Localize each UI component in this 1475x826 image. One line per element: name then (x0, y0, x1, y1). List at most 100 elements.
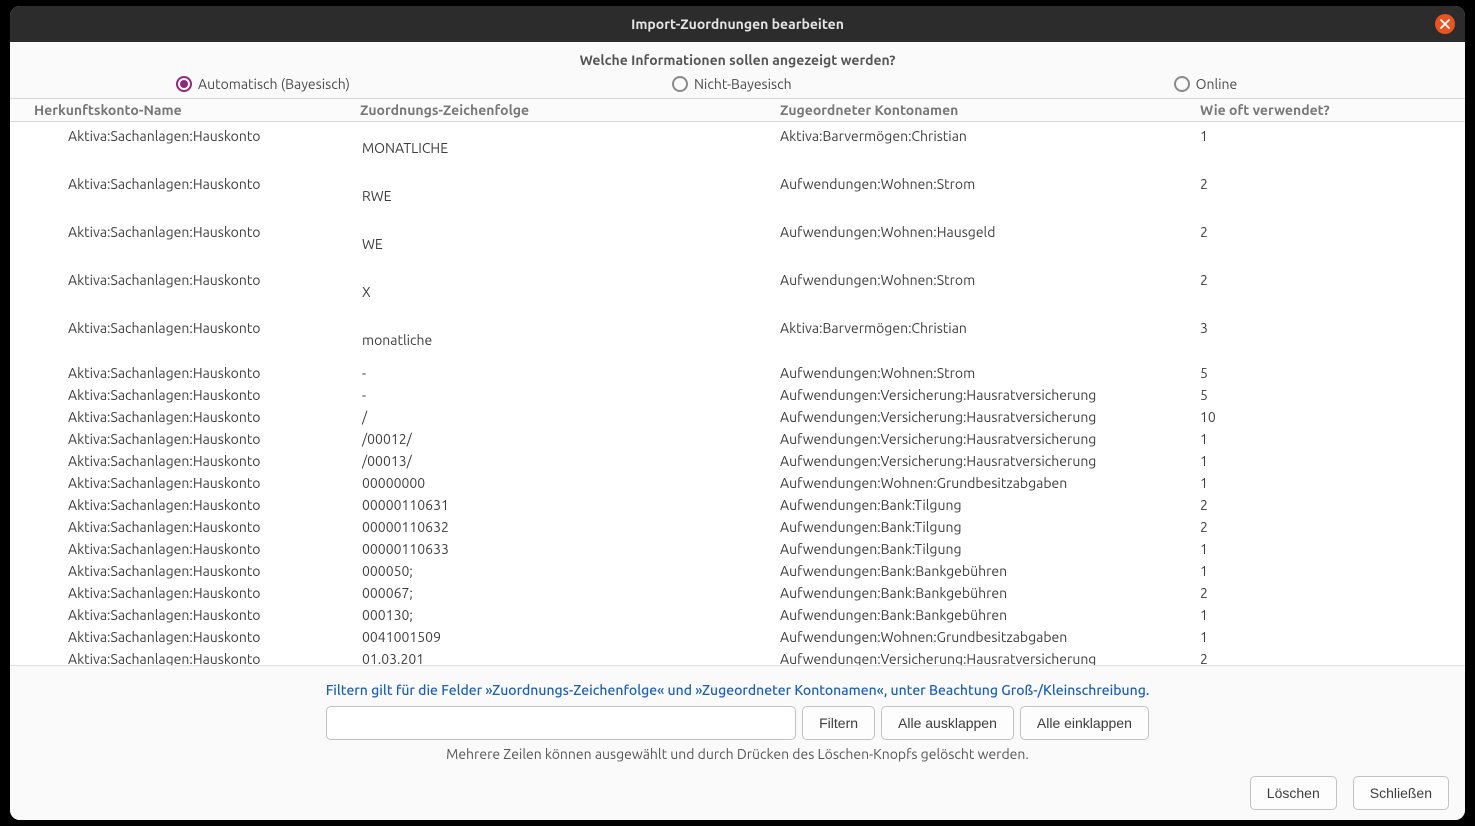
cell-c2: 00000000 (350, 475, 780, 491)
table-row[interactable]: Aktiva:Sachanlagen:Hauskonto000050;Aufwe… (10, 560, 1465, 582)
cell-c3: Aufwendungen:Bank:Tilgung (780, 497, 1200, 513)
radio-label: Online (1196, 76, 1238, 92)
cell-c4: 2 (1200, 519, 1450, 535)
collapse-all-button[interactable]: Alle einklappen (1020, 706, 1149, 740)
cell-c1: Aktiva:Sachanlagen:Hauskonto (10, 453, 350, 469)
table-row[interactable]: Aktiva:Sachanlagen:HauskontoWEAufwendung… (10, 218, 1465, 266)
close-icon (1440, 19, 1450, 29)
table-header: Herkunftskonto-Name Zuordnungs-Zeichenfo… (10, 98, 1465, 122)
radio-non-bayes[interactable]: Nicht-Bayesisch (672, 76, 792, 92)
table-row[interactable]: Aktiva:Sachanlagen:Hauskonto/00013/Aufwe… (10, 450, 1465, 472)
cell-c1: Aktiva:Sachanlagen:Hauskonto (10, 320, 350, 336)
close-button[interactable]: Schließen (1353, 776, 1449, 810)
cell-c1: Aktiva:Sachanlagen:Hauskonto (10, 409, 350, 425)
table-row[interactable]: Aktiva:Sachanlagen:HauskontoXAufwendunge… (10, 266, 1465, 314)
cell-c3: Aktiva:Barvermögen:Christian (780, 128, 1200, 144)
cell-c2: 000130; (350, 607, 780, 623)
cell-c1: Aktiva:Sachanlagen:Hauskonto (10, 475, 350, 491)
titlebar: Import-Zuordnungen bearbeiten (10, 6, 1465, 42)
cell-c1: Aktiva:Sachanlagen:Hauskonto (10, 651, 350, 665)
delete-button[interactable]: Löschen (1250, 776, 1337, 810)
cell-c2: /00013/ (350, 453, 780, 469)
cell-c1: Aktiva:Sachanlagen:Hauskonto (10, 365, 350, 381)
dialog-window: Import-Zuordnungen bearbeiten Welche Inf… (10, 6, 1465, 820)
table-row[interactable]: Aktiva:Sachanlagen:Hauskonto-Aufwendunge… (10, 384, 1465, 406)
column-header-match[interactable]: Zuordnungs-Zeichenfolge (350, 102, 780, 118)
cell-c3: Aufwendungen:Versicherung:Hausratversich… (780, 431, 1200, 447)
footer-buttons: Löschen Schließen (26, 776, 1449, 810)
expand-all-button[interactable]: Alle ausklappen (881, 706, 1014, 740)
cell-c2: 000050; (350, 563, 780, 579)
cell-c1: Aktiva:Sachanlagen:Hauskonto (10, 585, 350, 601)
cell-c3: Aufwendungen:Wohnen:Strom (780, 365, 1200, 381)
cell-c1: Aktiva:Sachanlagen:Hauskonto (10, 387, 350, 403)
radio-online[interactable]: Online (1174, 76, 1238, 92)
filter-input[interactable] (326, 706, 796, 740)
delete-hint: Mehrere Zeilen können ausgewählt und dur… (26, 746, 1449, 762)
window-close-button[interactable] (1435, 14, 1455, 34)
cell-c1: Aktiva:Sachanlagen:Hauskonto (10, 128, 350, 144)
cell-c3: Aufwendungen:Versicherung:Hausratversich… (780, 387, 1200, 403)
cell-c2: 00000110631 (350, 497, 780, 513)
table-row[interactable]: Aktiva:Sachanlagen:Hauskonto000130;Aufwe… (10, 604, 1465, 626)
cell-c2: monatliche (350, 320, 780, 348)
table-row[interactable]: Aktiva:Sachanlagen:Hauskonto00000000Aufw… (10, 472, 1465, 494)
cell-c3: Aufwendungen:Bank:Bankgebühren (780, 563, 1200, 579)
table-row[interactable]: Aktiva:Sachanlagen:HauskontomonatlicheAk… (10, 314, 1465, 362)
cell-c4: 2 (1200, 176, 1450, 192)
cell-c3: Aufwendungen:Wohnen:Hausgeld (780, 224, 1200, 240)
cell-c1: Aktiva:Sachanlagen:Hauskonto (10, 272, 350, 288)
filter-row: Filtern Alle ausklappen Alle einklappen (26, 706, 1449, 740)
table-row[interactable]: Aktiva:Sachanlagen:Hauskonto-Aufwendunge… (10, 362, 1465, 384)
cell-c2: WE (350, 224, 780, 252)
cell-c2: 000067; (350, 585, 780, 601)
column-header-source[interactable]: Herkunftskonto-Name (10, 102, 350, 118)
radio-label: Automatisch (Bayesisch) (198, 76, 350, 92)
cell-c1: Aktiva:Sachanlagen:Hauskonto (10, 176, 350, 192)
cell-c4: 1 (1200, 629, 1450, 645)
cell-c2: / (350, 409, 780, 425)
cell-c2: - (350, 387, 780, 403)
column-header-mapped[interactable]: Zugeordneter Kontonamen (780, 102, 1200, 118)
cell-c4: 5 (1200, 365, 1450, 381)
table-row[interactable]: Aktiva:Sachanlagen:Hauskonto/00012/Aufwe… (10, 428, 1465, 450)
table-row[interactable]: Aktiva:Sachanlagen:Hauskonto00000110632A… (10, 516, 1465, 538)
cell-c2: 00000110632 (350, 519, 780, 535)
table-row[interactable]: Aktiva:Sachanlagen:Hauskonto/Aufwendunge… (10, 406, 1465, 428)
footer: Filtern gilt für die Felder »Zuordnungs-… (10, 665, 1465, 820)
table-row[interactable]: Aktiva:Sachanlagen:Hauskonto00000110631A… (10, 494, 1465, 516)
table-body[interactable]: Aktiva:Sachanlagen:HauskontoMONATLICHEAk… (10, 122, 1465, 665)
table-row[interactable]: Aktiva:Sachanlagen:Hauskonto0041001509Au… (10, 626, 1465, 648)
cell-c4: 10 (1200, 409, 1450, 425)
table-row[interactable]: Aktiva:Sachanlagen:Hauskonto000067;Aufwe… (10, 582, 1465, 604)
view-radio-row: Automatisch (Bayesisch) Nicht-Bayesisch … (10, 74, 1465, 98)
cell-c1: Aktiva:Sachanlagen:Hauskonto (10, 563, 350, 579)
table-row[interactable]: Aktiva:Sachanlagen:HauskontoRWEAufwendun… (10, 170, 1465, 218)
cell-c1: Aktiva:Sachanlagen:Hauskonto (10, 629, 350, 645)
window-title: Import-Zuordnungen bearbeiten (631, 16, 844, 32)
cell-c3: Aufwendungen:Wohnen:Grundbesitzabgaben (780, 629, 1200, 645)
prompt-label: Welche Informationen sollen angezeigt we… (10, 42, 1465, 74)
table-row[interactable]: Aktiva:Sachanlagen:Hauskonto00000110633A… (10, 538, 1465, 560)
cell-c2: RWE (350, 176, 780, 204)
table-row[interactable]: Aktiva:Sachanlagen:HauskontoMONATLICHEAk… (10, 122, 1465, 170)
table-row[interactable]: Aktiva:Sachanlagen:Hauskonto01.03.201Auf… (10, 648, 1465, 665)
cell-c4: 2 (1200, 651, 1450, 665)
radio-icon (672, 76, 688, 92)
cell-c4: 2 (1200, 585, 1450, 601)
radio-label: Nicht-Bayesisch (694, 76, 792, 92)
filter-hint: Filtern gilt für die Felder »Zuordnungs-… (26, 682, 1449, 698)
cell-c2: 0041001509 (350, 629, 780, 645)
cell-c1: Aktiva:Sachanlagen:Hauskonto (10, 497, 350, 513)
cell-c4: 3 (1200, 320, 1450, 336)
cell-c4: 1 (1200, 453, 1450, 469)
column-header-count[interactable]: Wie oft verwendet? (1200, 102, 1450, 118)
cell-c3: Aufwendungen:Versicherung:Hausratversich… (780, 409, 1200, 425)
filter-button[interactable]: Filtern (802, 706, 875, 740)
cell-c4: 2 (1200, 497, 1450, 513)
radio-auto-bayes[interactable]: Automatisch (Bayesisch) (176, 76, 350, 92)
cell-c3: Aufwendungen:Wohnen:Grundbesitzabgaben (780, 475, 1200, 491)
cell-c4: 1 (1200, 128, 1450, 144)
cell-c1: Aktiva:Sachanlagen:Hauskonto (10, 224, 350, 240)
cell-c2: - (350, 365, 780, 381)
